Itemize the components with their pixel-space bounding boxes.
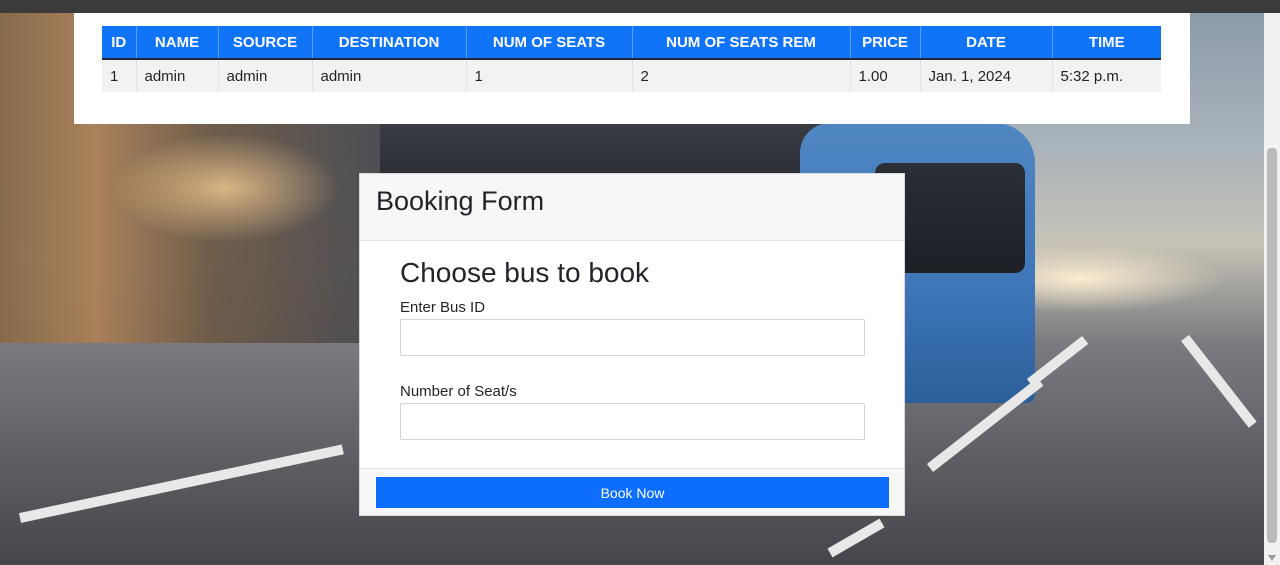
scroll-down-arrow-icon[interactable] <box>1268 555 1276 561</box>
column-header-num-of-seats-rem: NUM OF SEATS REM <box>632 26 851 60</box>
booking-form-footer: Book Now <box>360 468 904 515</box>
booking-form-title: Booking Form <box>376 186 545 216</box>
column-header-time: TIME <box>1052 26 1161 60</box>
table-row: 1 admin admin admin 1 2 1.00 Jan. 1, 202… <box>102 59 1161 92</box>
browser-top-bar <box>0 0 1280 13</box>
seats-label: Number of Seat/s <box>400 383 517 400</box>
cell-time: 5:32 p.m. <box>1052 59 1161 92</box>
cell-id: 1 <box>102 59 137 92</box>
scrollbar-thumb[interactable] <box>1267 148 1277 543</box>
booking-form-subtitle: Choose bus to book <box>400 257 650 288</box>
cell-price: 1.00 <box>850 59 921 92</box>
column-header-id: ID <box>102 26 137 60</box>
booking-form-card: Booking Form Choose bus to book Enter Bu… <box>359 173 905 516</box>
cell-destination: admin <box>312 59 467 92</box>
cell-source: admin <box>218 59 313 92</box>
column-header-num-of-seats: NUM OF SEATS <box>466 26 633 60</box>
cell-num-of-seats-rem: 2 <box>632 59 851 92</box>
seats-input[interactable] <box>400 403 865 440</box>
bus-table: ID NAME SOURCE DESTINATION NUM OF SEATS … <box>102 26 1161 92</box>
bus-table-card: ID NAME SOURCE DESTINATION NUM OF SEATS … <box>74 13 1190 124</box>
column-header-name: NAME <box>136 26 219 60</box>
column-header-source: SOURCE <box>218 26 313 60</box>
booking-form-body: Choose bus to book Enter Bus ID Number o… <box>360 241 904 469</box>
background-light-glow <box>110 133 340 243</box>
cell-name: admin <box>136 59 219 92</box>
column-header-date: DATE <box>920 26 1053 60</box>
table-header-row: ID NAME SOURCE DESTINATION NUM OF SEATS … <box>102 26 1161 60</box>
book-now-button[interactable]: Book Now <box>376 477 889 508</box>
page-scrollbar[interactable] <box>1264 13 1280 565</box>
cell-date: Jan. 1, 2024 <box>920 59 1053 92</box>
bus-id-input[interactable] <box>400 319 865 356</box>
column-header-destination: DESTINATION <box>312 26 467 60</box>
booking-form-header: Booking Form <box>360 174 904 241</box>
bus-id-label: Enter Bus ID <box>400 299 486 316</box>
cell-num-of-seats: 1 <box>466 59 633 92</box>
column-header-price: PRICE <box>850 26 921 60</box>
